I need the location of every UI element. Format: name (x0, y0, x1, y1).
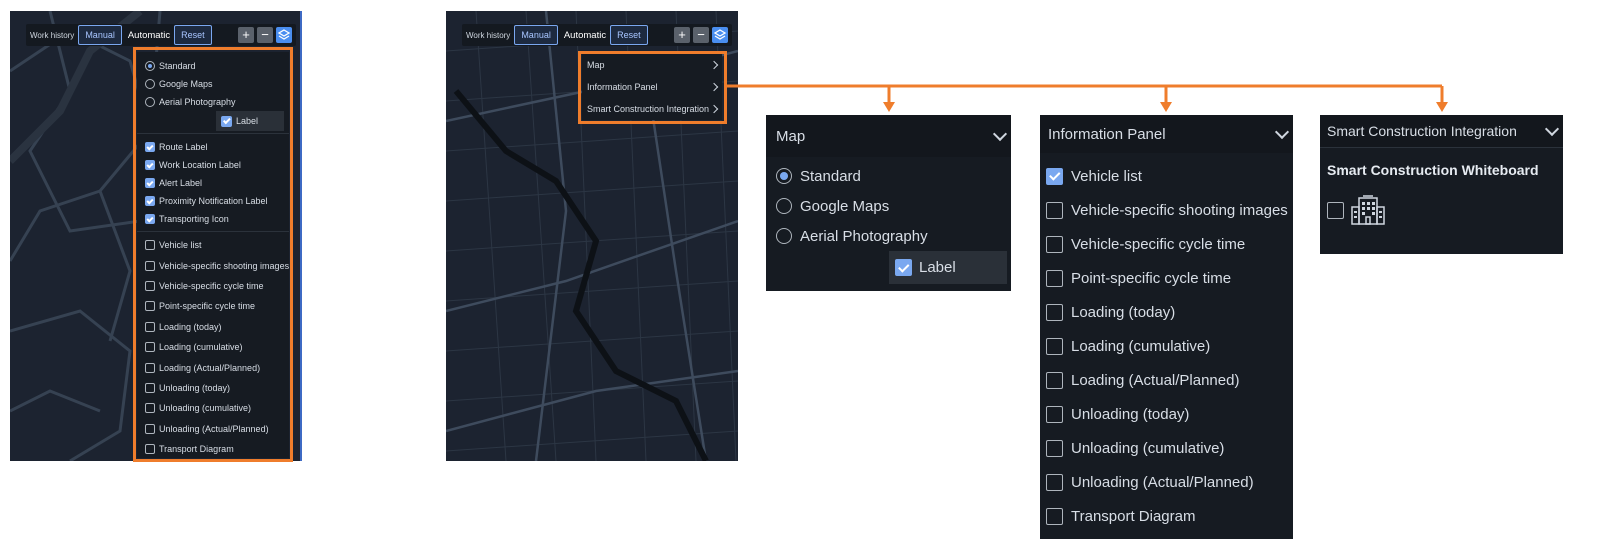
info-panel-item-label: Point-specific cycle time (1071, 269, 1232, 287)
info-panel-item-label: Unloading (Actual/Planned) (1071, 474, 1254, 492)
chevron-down-icon[interactable] (1274, 124, 1290, 139)
building-icon (1351, 195, 1385, 225)
automatic-button[interactable]: Automatic (124, 30, 174, 41)
layers-glyph (277, 29, 291, 40)
map-panel-label-checkbox[interactable] (895, 259, 912, 276)
checkbox[interactable] (1046, 235, 1063, 253)
layers-icon[interactable] (276, 27, 292, 43)
chevron-down-icon[interactable] (1544, 121, 1560, 136)
info-panel-item-loading-today[interactable]: Loading (today) (1040, 295, 1293, 329)
information-panel-items: Vehicle list Vehicle-specific shooting im… (1040, 153, 1293, 534)
right-manual-button[interactable]: Manual (514, 25, 558, 45)
whiteboard-toggle[interactable] (1320, 178, 1563, 226)
radio-button[interactable] (776, 228, 792, 244)
map-panel-label-toggle[interactable]: Label (889, 251, 1007, 284)
checkbox[interactable] (1046, 167, 1063, 185)
map-panel-option-label: Google Maps (800, 197, 890, 215)
map-panel-option-google-maps[interactable]: Google Maps (766, 191, 1011, 221)
info-panel-item-vehicle-specific-cycle-time[interactable]: Vehicle-specific cycle time (1040, 227, 1293, 261)
info-panel-item-vehicle-list[interactable]: Vehicle list (1040, 159, 1293, 193)
left-menu-highlight (133, 47, 293, 462)
checkbox[interactable] (1046, 338, 1063, 356)
zoom-out-icon[interactable]: − (257, 27, 273, 43)
info-panel-item-label: Loading (Actual/Planned) (1071, 372, 1240, 390)
right-zoom-in-icon[interactable]: + (674, 27, 690, 43)
reset-button[interactable]: Reset (174, 25, 212, 45)
checkbox[interactable] (1046, 201, 1063, 219)
info-panel-item-vehicle-specific-shooting-images[interactable]: Vehicle-specific shooting images (1040, 193, 1293, 227)
info-panel-item-transport-diagram[interactable]: Transport Diagram (1040, 500, 1293, 534)
checkbox[interactable] (1046, 440, 1063, 458)
map-panel-label-text: Label (919, 259, 956, 276)
info-panel-item-label: Vehicle list (1071, 167, 1142, 185)
info-panel-item-point-specific-cycle-time[interactable]: Point-specific cycle time (1040, 261, 1293, 295)
right-toolbar: Work history Manual Automatic Reset + − (462, 24, 732, 46)
map-panel-option-aerial-photography[interactable]: Aerial Photography (766, 221, 1011, 251)
map-submenu-panel: Map Standard Google Maps Aerial Photograph… (766, 115, 1011, 291)
information-panel-header[interactable]: Information Panel (1040, 115, 1293, 153)
info-panel-item-label: Vehicle-specific cycle time (1071, 235, 1246, 253)
info-panel-item-unloading-actual-planned[interactable]: Unloading (Actual/Planned) (1040, 466, 1293, 500)
left-toolbar: Work history Manual Automatic Reset + − (26, 24, 296, 46)
right-zoom-out-icon[interactable]: − (693, 27, 709, 43)
zoom-in-icon[interactable]: + (238, 27, 254, 43)
checkbox[interactable] (1046, 303, 1063, 321)
checkbox[interactable] (1046, 269, 1063, 287)
smart-construction-header[interactable]: Smart Construction Integration (1320, 115, 1563, 147)
right-menu-highlight (578, 51, 727, 124)
smart-construction-submenu-panel: Smart Construction Integration Smart Con… (1320, 115, 1563, 254)
work-history-label: Work history (30, 30, 75, 40)
checkbox[interactable] (1046, 508, 1063, 526)
map-panel-option-standard[interactable]: Standard (766, 161, 1011, 191)
right-work-history-label: Work history (466, 30, 511, 40)
info-panel-item-loading-cumulative[interactable]: Loading (cumulative) (1040, 329, 1293, 363)
whiteboard-checkbox[interactable] (1327, 201, 1344, 219)
map-panel-option-label: Standard (800, 167, 861, 185)
right-reset-button[interactable]: Reset (610, 25, 648, 45)
smart-construction-title: Smart Construction Integration (1327, 123, 1517, 139)
map-panel-header[interactable]: Map (766, 115, 1011, 157)
checkbox[interactable] (1046, 372, 1063, 390)
info-panel-item-label: Loading (cumulative) (1071, 338, 1211, 356)
checkbox[interactable] (1046, 474, 1063, 492)
info-panel-item-label: Transport Diagram (1071, 508, 1196, 526)
info-panel-item-unloading-today[interactable]: Unloading (today) (1040, 398, 1293, 432)
radio-button[interactable] (776, 168, 792, 184)
right-layers-glyph (713, 29, 727, 40)
information-submenu-panel: Information Panel Vehicle list Vehicle-sp… (1040, 115, 1293, 539)
info-panel-item-loading-actual-planned[interactable]: Loading (Actual/Planned) (1040, 364, 1293, 398)
right-layers-icon[interactable] (712, 27, 728, 43)
map-panel-options: Standard Google Maps Aerial Photography (766, 157, 1011, 251)
info-panel-item-label: Unloading (today) (1071, 406, 1190, 424)
map-panel-option-label: Aerial Photography (800, 227, 928, 245)
info-panel-item-label: Unloading (cumulative) (1071, 440, 1225, 458)
information-panel-title: Information Panel (1048, 125, 1166, 143)
radio-button[interactable] (776, 198, 792, 214)
info-panel-item-label: Loading (today) (1071, 303, 1176, 321)
right-automatic-button[interactable]: Automatic (560, 30, 610, 41)
chevron-down-icon[interactable] (992, 126, 1008, 141)
smart-construction-whiteboard-heading: Smart Construction Whiteboard (1327, 162, 1539, 178)
checkbox[interactable] (1046, 406, 1063, 424)
manual-button[interactable]: Manual (78, 25, 122, 45)
info-panel-item-unloading-cumulative[interactable]: Unloading (cumulative) (1040, 432, 1293, 466)
info-panel-item-label: Vehicle-specific shooting images (1071, 201, 1288, 219)
map-panel-title: Map (776, 127, 806, 145)
